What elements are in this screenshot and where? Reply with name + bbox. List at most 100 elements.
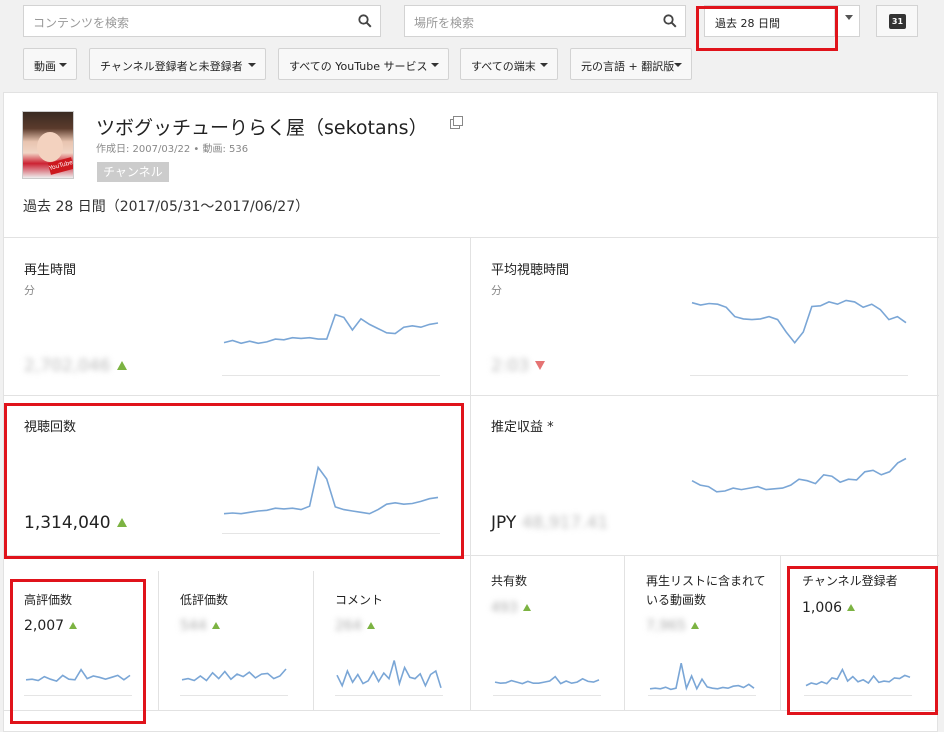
metric-label-subscribers: チャンネル登録者 — [802, 574, 898, 588]
sparkline-subscribers[interactable] — [804, 658, 912, 696]
metric-label-dislikes: 低評価数 — [180, 593, 229, 607]
sparkline-revenue[interactable] — [690, 455, 908, 535]
metric-value-views[interactable]: 1,314,040 — [24, 513, 127, 533]
metric-value-comments[interactable]: 264 — [335, 618, 375, 634]
filter-content-type[interactable]: 動画 — [23, 48, 77, 80]
metric-number: 2,702,046 — [24, 356, 111, 376]
caret-down-icon — [540, 63, 548, 67]
metric-number: 7,965 — [646, 618, 687, 634]
content-search-input[interactable]: コンテンツを検索 — [23, 5, 381, 37]
filter-device[interactable]: すべての端末 — [460, 48, 558, 80]
metric-label-avg-duration: 平均視聴時間 — [491, 263, 570, 278]
search-icon[interactable] — [358, 14, 372, 28]
filter-label: すべての YouTube サービス — [289, 60, 428, 73]
date-range-select[interactable]: 過去 28 日間 — [704, 5, 860, 37]
metric-value-subscribers[interactable]: 1,006 — [802, 600, 856, 616]
divider — [780, 555, 781, 711]
calendar-icon: 31 — [889, 14, 906, 29]
metric-value-dislikes[interactable]: 544 — [180, 618, 220, 634]
metric-number: 2:03 — [491, 356, 530, 376]
trend-down-icon — [535, 361, 546, 370]
divider — [624, 555, 625, 711]
caret-down-icon — [248, 63, 256, 67]
sparkline-series — [336, 660, 442, 689]
trend-up-icon — [522, 604, 531, 611]
external-link-icon[interactable] — [450, 116, 463, 129]
channel-report-panel: YouTube ツボグッチューりらく屋（sekotans） 作成日: 2007/… — [3, 92, 939, 732]
channel-meta: 作成日: 2007/03/22 • 動画: 536 — [96, 144, 249, 155]
trend-up-icon — [211, 622, 220, 629]
metric-number: 493 — [491, 600, 518, 616]
trend-up-icon — [691, 622, 700, 629]
filter-youtube-service[interactable]: すべての YouTube サービス — [278, 48, 449, 80]
metric-number: 48,917.41 — [521, 513, 609, 533]
sparkline-watch-time[interactable] — [222, 300, 440, 376]
location-search-input[interactable]: 場所を検索 — [404, 5, 686, 37]
date-range-value: 過去 28 日間 — [715, 17, 780, 30]
metric-label-revenue: 推定収益 * — [491, 420, 554, 435]
metric-number: 1,006 — [802, 600, 843, 616]
sparkline-series — [805, 667, 911, 687]
trend-up-icon — [366, 622, 375, 629]
metric-value-likes[interactable]: 2,007 — [24, 618, 78, 634]
divider — [470, 237, 471, 711]
chevron-down-icon — [845, 15, 853, 20]
trend-up-icon — [116, 518, 127, 527]
sparkline-series — [223, 313, 439, 345]
sparkline-series — [649, 663, 755, 691]
filter-language[interactable]: 元の言語 + 翻訳版 — [570, 48, 692, 80]
metric-value-revenue[interactable]: JPY 48,917.41 — [491, 513, 608, 533]
metric-number: 2,007 — [24, 618, 65, 634]
metric-label-views: 視聴回数 — [24, 420, 77, 435]
sparkline-series — [691, 299, 907, 344]
metric-value-watch-time[interactable]: 2,702,046 — [24, 356, 127, 376]
content-search-placeholder: コンテンツを検索 — [33, 16, 130, 30]
divider — [4, 710, 939, 711]
filter-label: チャンネル登録者と未登録者 — [100, 60, 243, 73]
divider — [4, 395, 939, 396]
report-period: 過去 28 日間（2017/05/31～2017/06/27） — [23, 199, 310, 215]
metric-unit-watch-time: 分 — [24, 284, 35, 297]
search-icon[interactable] — [663, 14, 677, 28]
sparkline-views[interactable] — [222, 460, 440, 534]
sparkline-series — [494, 675, 600, 685]
calendar-day: 31 — [891, 17, 904, 26]
metric-label-shares: 共有数 — [491, 574, 528, 588]
calendar-button[interactable]: 31 — [876, 5, 918, 37]
metric-value-playlist[interactable]: 7,965 — [646, 618, 700, 634]
channel-name[interactable]: ツボグッチューりらく屋（sekotans） — [96, 113, 428, 140]
metric-value-shares[interactable]: 493 — [491, 600, 531, 616]
toolbar: コンテンツを検索 場所を検索 過去 28 日間 31 動画 チャンネル登録者と未… — [0, 0, 944, 92]
metric-label-likes: 高評価数 — [24, 593, 73, 607]
divider — [313, 571, 314, 711]
metric-value-avg-duration[interactable]: 2:03 — [491, 356, 546, 376]
sparkline-dislikes[interactable] — [180, 658, 288, 696]
sparkline-avg-duration[interactable] — [690, 293, 908, 376]
divider — [4, 237, 939, 238]
filter-label: 元の言語 + 翻訳版 — [581, 60, 675, 73]
trend-up-icon — [116, 361, 127, 370]
location-search-placeholder: 場所を検索 — [414, 16, 475, 30]
sparkline-series — [223, 465, 439, 515]
divider — [834, 6, 835, 36]
metric-number: 264 — [335, 618, 362, 634]
divider — [4, 555, 939, 556]
sparkline-likes[interactable] — [24, 658, 132, 696]
filter-subscription-status[interactable]: チャンネル登録者と未登録者 — [89, 48, 266, 80]
sparkline-comments[interactable] — [335, 655, 443, 696]
currency-label: JPY — [491, 513, 517, 533]
avatar-face — [37, 132, 63, 162]
trend-up-icon — [69, 622, 78, 629]
sparkline-playlist[interactable] — [648, 658, 756, 696]
sparkline-series — [25, 668, 131, 683]
metric-label-watch-time: 再生時間 — [24, 263, 77, 278]
channel-avatar[interactable]: YouTube — [22, 111, 74, 179]
metric-number: 1,314,040 — [24, 513, 111, 533]
sparkline-shares[interactable] — [493, 668, 601, 696]
caret-down-icon — [59, 63, 67, 67]
metric-label-comments: コメント — [335, 593, 384, 607]
caret-down-icon — [674, 63, 682, 67]
channel-badge: チャンネル — [97, 162, 169, 182]
metric-number: 544 — [180, 618, 207, 634]
sparkline-series — [181, 668, 287, 682]
